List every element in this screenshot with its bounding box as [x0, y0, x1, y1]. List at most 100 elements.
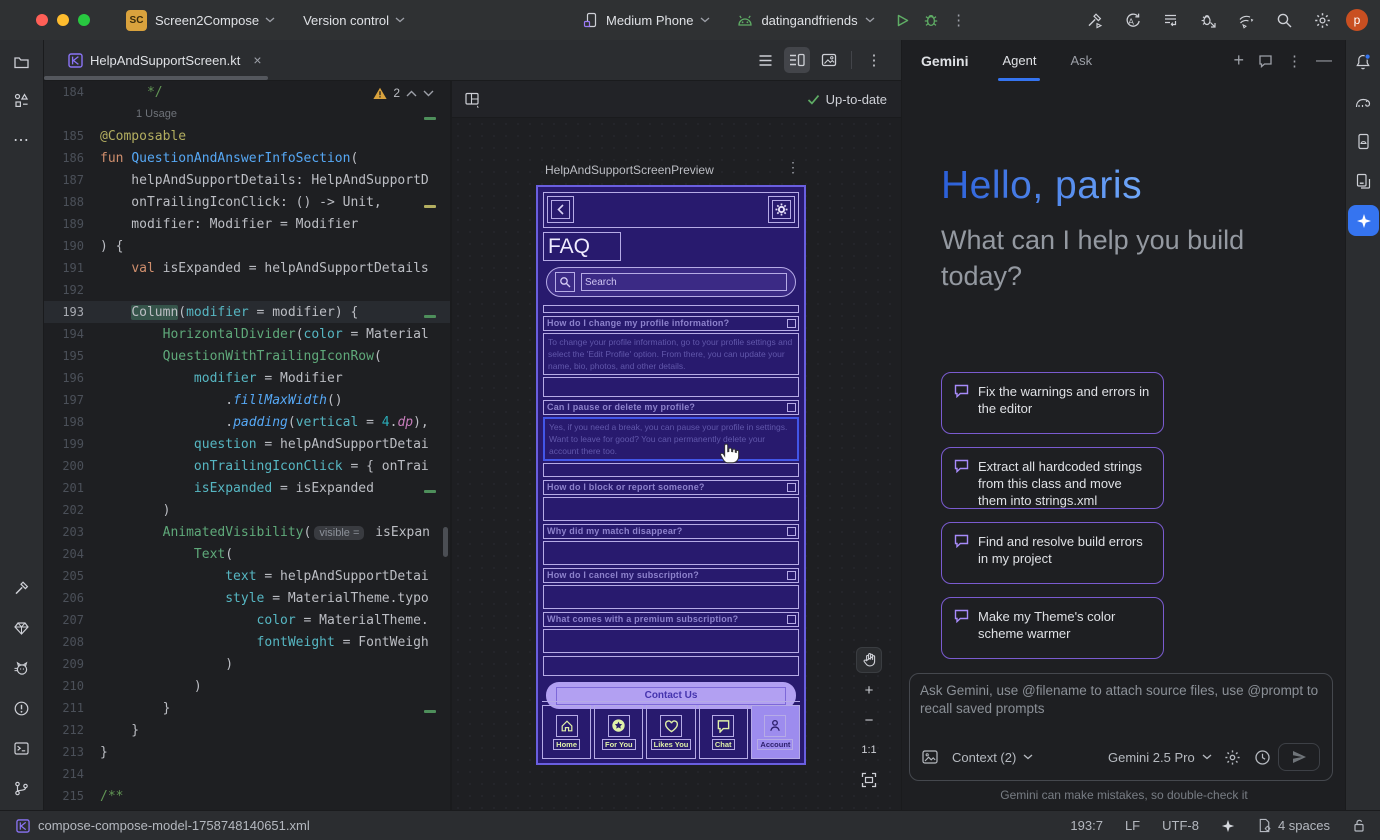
zoom-out-button[interactable]: −	[856, 707, 882, 733]
vcs-menu[interactable]: Version control	[303, 13, 405, 28]
code-line[interactable]: 213}	[44, 741, 450, 763]
gemini-settings-icon[interactable]	[1224, 749, 1241, 766]
ai-status-widget[interactable]	[1221, 819, 1235, 833]
preview-name-label[interactable]: HelpAndSupportScreenPreview	[545, 163, 714, 177]
code-line[interactable]: 195 QuestionWithTrailingIconRow(	[44, 345, 450, 367]
tab-helpandsupportscreen[interactable]: HelpAndSupportScreen.kt ×	[56, 40, 274, 80]
statusbar-file[interactable]: compose-compose-model-1758748140651.xml	[16, 818, 310, 833]
faq-question-row[interactable]: How do I block or report someone?	[543, 480, 799, 495]
zoom-to-fit-button[interactable]	[856, 767, 882, 793]
expand-toggle-icon[interactable]	[787, 527, 796, 536]
code-line[interactable]: 1 Usage	[44, 103, 450, 125]
expand-toggle-icon[interactable]	[787, 571, 796, 580]
faq-question-row[interactable]: How do I cancel my subscription?	[543, 568, 799, 583]
nav-item-home[interactable]: Home	[542, 705, 591, 759]
nav-item-account[interactable]: Account	[751, 705, 800, 759]
settings-button-preview[interactable]	[768, 196, 795, 223]
code-line[interactable]: 214	[44, 763, 450, 785]
more-actions-button[interactable]: ⋮	[945, 6, 973, 34]
code-view-button[interactable]	[752, 47, 778, 73]
device-manager-button[interactable]	[1349, 167, 1377, 195]
settings-button[interactable]	[1308, 6, 1336, 34]
code-line[interactable]: 211 }	[44, 697, 450, 719]
code-line[interactable]: 191 val isExpanded = helpAndSupportDetai…	[44, 257, 450, 279]
inspection-widget[interactable]: 2	[373, 86, 434, 100]
problems-tool-button[interactable]	[8, 694, 36, 722]
stripe-mark-yellow[interactable]	[424, 205, 436, 208]
code-line[interactable]: 200 onTrailingIconClick = { onTrai	[44, 455, 450, 477]
line-separator-widget[interactable]: LF	[1125, 818, 1140, 833]
attach-debugger-button[interactable]	[1194, 6, 1222, 34]
code-line[interactable]: 207 color = MaterialTheme.	[44, 609, 450, 631]
code-line[interactable]: 187 helpAndSupportDetails: HelpAndSuppor…	[44, 169, 450, 191]
nav-item-likes-you[interactable]: Likes You	[646, 705, 695, 759]
code-line[interactable]: 201 isExpanded = isExpanded	[44, 477, 450, 499]
close-window-button[interactable]	[36, 14, 48, 26]
device-selector[interactable]: Medium Phone	[583, 12, 710, 28]
preview-sync-status[interactable]: Up-to-date	[807, 92, 887, 107]
minimize-window-button[interactable]	[57, 14, 69, 26]
suggestion-card[interactable]: Fix the warnings and errors in the edito…	[941, 372, 1164, 434]
faq-answer[interactable]: Yes, if you need a break, you can pause …	[543, 417, 799, 461]
zoom-level-label[interactable]: 1:1	[856, 737, 882, 763]
app-quality-insights-button[interactable]	[8, 614, 36, 642]
readonly-toggle[interactable]	[1352, 818, 1366, 833]
nav-item-for-you[interactable]: For You	[594, 705, 643, 759]
new-chat-button[interactable]: +	[1233, 50, 1244, 71]
code-line[interactable]: 206 style = MaterialTheme.typo	[44, 587, 450, 609]
code-line[interactable]: 209 )	[44, 653, 450, 675]
device-streaming-button[interactable]	[1232, 6, 1260, 34]
faq-question-row[interactable]: Can I pause or delete my profile?	[543, 400, 799, 415]
faq-question-row[interactable]: Why did my match disappear?	[543, 524, 799, 539]
structure-tool-button[interactable]	[8, 86, 36, 114]
expand-toggle-icon[interactable]	[787, 403, 796, 412]
expand-toggle-icon[interactable]	[787, 319, 796, 328]
code-line[interactable]: 198 .padding(vertical = 4.dp),	[44, 411, 450, 433]
split-view-button[interactable]	[784, 47, 810, 73]
attach-image-icon[interactable]	[922, 750, 938, 764]
build-project-button[interactable]	[1080, 6, 1108, 34]
search-everywhere-button[interactable]	[1270, 6, 1298, 34]
pan-tool-button[interactable]	[856, 647, 882, 673]
code-line[interactable]: 194 HorizontalDivider(color = Material	[44, 323, 450, 345]
code-line[interactable]: 186fun QuestionAndAnswerInfoSection(	[44, 147, 450, 169]
code-line[interactable]: 204 Text(	[44, 543, 450, 565]
send-prompt-button[interactable]	[1278, 743, 1320, 771]
code-line[interactable]: 196 modifier = Modifier	[44, 367, 450, 389]
code-line[interactable]: 192	[44, 279, 450, 301]
logcat-tool-button[interactable]	[8, 654, 36, 682]
code-line[interactable]: 215/**	[44, 785, 450, 807]
code-line[interactable]: 203 AnimatedVisibility(visible = isExpan	[44, 521, 450, 543]
close-tab-icon[interactable]: ×	[253, 52, 261, 68]
expand-toggle-icon[interactable]	[787, 615, 796, 624]
code-editor[interactable]: 184 */1 Usage185@Composable186fun Questi…	[44, 81, 450, 810]
gemini-tool-button[interactable]	[1348, 205, 1379, 236]
expand-toggle-icon[interactable]	[787, 483, 796, 492]
code-line[interactable]: 199 question = helpAndSupportDetai	[44, 433, 450, 455]
code-line[interactable]: 205 text = helpAndSupportDetai	[44, 565, 450, 587]
code-line[interactable]: 197 .fillMaxWidth()	[44, 389, 450, 411]
user-avatar[interactable]: p	[1346, 9, 1368, 31]
hide-panel-button[interactable]: —	[1316, 52, 1332, 70]
faq-question-row[interactable]: What comes with a premium subscription?	[543, 612, 799, 627]
stripe-mark-green[interactable]	[424, 315, 436, 318]
gradle-tool-button[interactable]	[1349, 87, 1377, 115]
prompt-history-icon[interactable]	[1254, 749, 1271, 766]
prev-problem-icon[interactable]	[406, 90, 417, 97]
editor-scrollbar[interactable]	[443, 527, 448, 557]
context-selector[interactable]: Context (2)	[952, 750, 1033, 765]
tab-agent[interactable]: Agent	[1002, 40, 1036, 81]
tab-scrollbar[interactable]	[44, 76, 268, 80]
nav-item-chat[interactable]: Chat	[699, 705, 748, 759]
search-bar[interactable]: Search	[546, 267, 796, 297]
indent-widget[interactable]: 4 spaces	[1257, 818, 1330, 833]
code-line[interactable]: 193 Column(modifier = modifier) {	[44, 301, 450, 323]
zoom-in-button[interactable]: +	[856, 677, 882, 703]
run-button[interactable]	[889, 6, 917, 34]
code-line[interactable]: 208 fontWeight = FontWeigh	[44, 631, 450, 653]
code-line[interactable]: 190) {	[44, 235, 450, 257]
chat-history-icon[interactable]	[1258, 54, 1273, 68]
faq-question-row[interactable]: How do I change my profile information?	[543, 316, 799, 331]
suggestion-card[interactable]: Make my Theme's color scheme warmer	[941, 597, 1164, 659]
stripe-mark-green[interactable]	[424, 710, 436, 713]
